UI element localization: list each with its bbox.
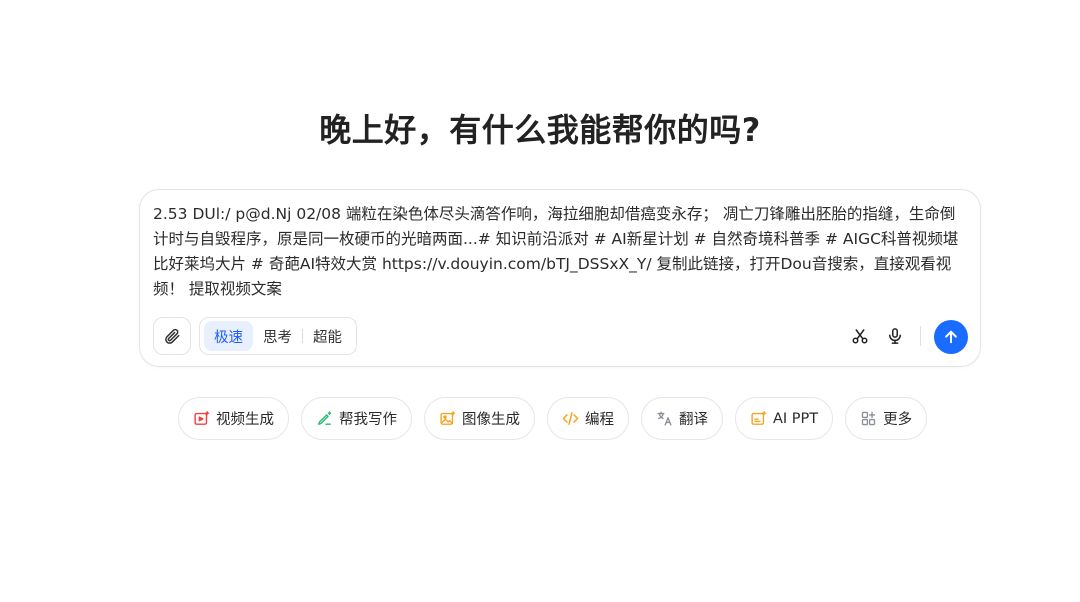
chip-video-generate[interactable]: 视频生成 <box>178 397 289 440</box>
image-generate-icon <box>440 411 456 425</box>
toolbar-divider <box>920 326 921 346</box>
chip-more[interactable]: 更多 <box>845 397 928 440</box>
quick-actions: 视频生成 帮我写作 图像生成 编程 翻译 AI PPT 更多 <box>178 397 928 440</box>
attach-button[interactable] <box>153 317 191 355</box>
send-button[interactable] <box>934 320 968 354</box>
paperclip-icon <box>165 328 180 344</box>
greeting-title: 晚上好，有什么我能帮你的吗? <box>319 111 761 149</box>
chip-ai-ppt[interactable]: AI PPT <box>735 397 834 440</box>
grid-more-icon <box>861 411 876 426</box>
chip-help-write[interactable]: 帮我写作 <box>301 397 412 440</box>
code-icon <box>562 412 579 425</box>
chip-label: 图像生成 <box>462 412 520 428</box>
arrow-up-icon <box>945 330 957 344</box>
mode-super[interactable]: 超能 <box>303 321 352 351</box>
message-input[interactable]: 2.53 DUl:/ p@d.Nj 02/08 端粒在染色体尽头滴答作响，海拉细… <box>153 202 965 302</box>
mode-think[interactable]: 思考 <box>253 321 302 351</box>
chip-label: 翻译 <box>679 412 708 428</box>
chip-image-generate[interactable]: 图像生成 <box>424 397 535 440</box>
home-page: 晚上好，有什么我能帮你的吗? 2.53 DUl:/ p@d.Nj 02/08 端… <box>0 0 1080 602</box>
chat-composer: 2.53 DUl:/ p@d.Nj 02/08 端粒在染色体尽头滴答作响，海拉细… <box>139 189 981 367</box>
ppt-icon <box>751 411 767 425</box>
scissors-button[interactable] <box>848 324 872 348</box>
scissors-icon <box>852 329 868 344</box>
microphone-icon <box>889 328 901 344</box>
mode-selector: 极速 思考 超能 <box>199 317 357 355</box>
translate-icon <box>657 411 672 426</box>
mode-fast[interactable]: 极速 <box>204 321 253 351</box>
pen-sparkle-icon <box>318 411 332 425</box>
chip-coding[interactable]: 编程 <box>547 397 629 440</box>
chip-label: AI PPT <box>773 410 819 427</box>
chip-label: 编程 <box>585 412 614 428</box>
microphone-button[interactable] <box>883 324 907 348</box>
chip-label: 帮我写作 <box>339 412 397 428</box>
video-generate-icon <box>194 411 210 425</box>
chip-translate[interactable]: 翻译 <box>641 397 723 440</box>
chip-label: 更多 <box>883 412 913 428</box>
chip-label: 视频生成 <box>216 412 274 428</box>
